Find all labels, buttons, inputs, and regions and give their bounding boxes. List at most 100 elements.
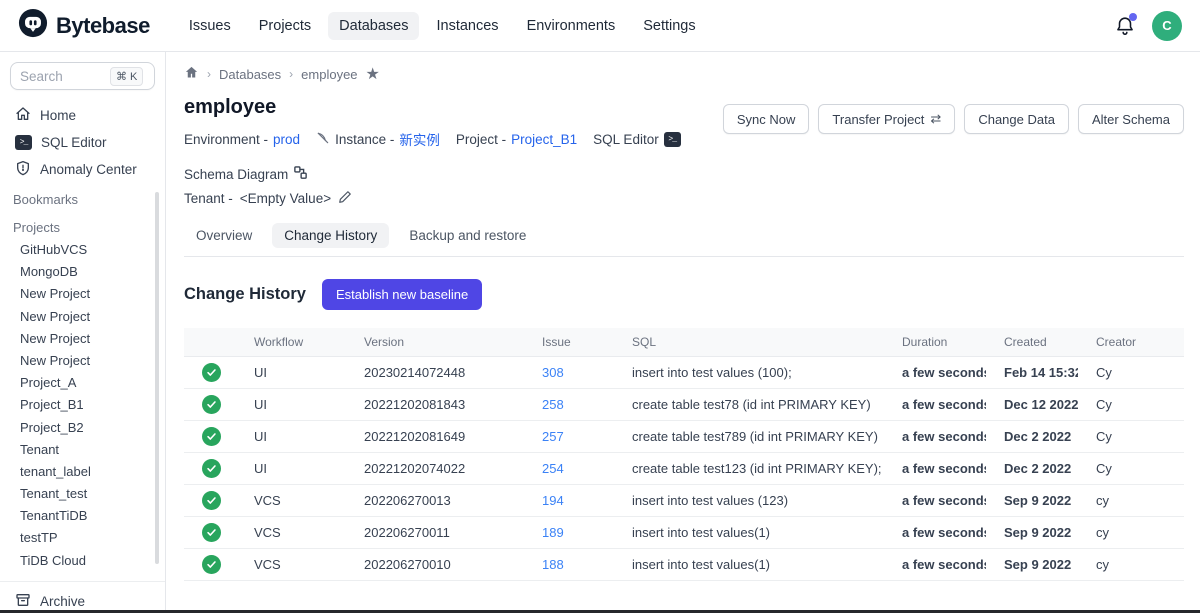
project-label: Project - [456, 132, 506, 147]
change-data-button[interactable]: Change Data [964, 104, 1069, 134]
issue-link[interactable]: 254 [542, 461, 564, 476]
sidebar-scrollbar[interactable] [155, 192, 159, 564]
sidebar-item-anomaly-center[interactable]: Anomaly Center [0, 156, 165, 183]
schema-diagram-label: Schema Diagram [184, 167, 288, 182]
instance-link[interactable]: 新实例 [399, 129, 440, 149]
edit-pencil-icon[interactable] [338, 190, 352, 207]
issue-link[interactable]: 188 [542, 557, 564, 572]
tab-item[interactable]: Backup and restore [397, 223, 538, 248]
button-label: Transfer Project [832, 112, 924, 127]
search-input[interactable] [20, 69, 106, 84]
sidebar-project-item[interactable]: Project_B1 [0, 394, 165, 416]
sidebar-project-item[interactable]: MongoDB [0, 261, 165, 283]
sql-cell: insert into test values(1) [614, 549, 884, 581]
table-row[interactable]: UI 20221202074022 254 create table test1… [184, 453, 1184, 485]
database-tabs: Overview Change History Backup and resto… [184, 223, 1184, 257]
sidebar-item-label: Home [40, 108, 76, 123]
column-header: Creator [1078, 328, 1184, 357]
breadcrumb-employee[interactable]: employee [301, 67, 357, 82]
sql-editor-shortcut[interactable]: SQL Editor >_ [593, 132, 681, 147]
topnav-item[interactable]: Environments [516, 12, 627, 40]
sidebar-project-item[interactable]: New Project [0, 350, 165, 372]
breadcrumb-home-icon[interactable] [184, 65, 199, 83]
table-row[interactable]: VCS 202206270011 189 insert into test va… [184, 517, 1184, 549]
creator-cell: Cy [1078, 389, 1184, 421]
table-row[interactable]: UI 20221202081649 257 create table test7… [184, 421, 1184, 453]
table-row[interactable]: UI 20230214072448 308 insert into test v… [184, 357, 1184, 389]
sidebar-project-item[interactable]: New Project [0, 328, 165, 350]
version-cell: 20221202081649 [346, 421, 524, 453]
table-row[interactable]: UI 20221202081843 258 create table test7… [184, 389, 1184, 421]
button-label: Change Data [978, 112, 1055, 127]
archive-icon [15, 592, 31, 610]
tenant-value: <Empty Value> [240, 191, 331, 206]
sidebar-item-home[interactable]: Home [0, 102, 165, 129]
creator-cell: Cy [1078, 453, 1184, 485]
transfer-project-button[interactable]: Transfer Project ⇄ [818, 104, 955, 134]
sidebar-project-item[interactable]: GitHubVCS [0, 239, 165, 261]
chevron-right-icon: › [207, 67, 211, 81]
column-header: SQL [614, 328, 884, 357]
issue-link[interactable]: 189 [542, 525, 564, 540]
duration-cell: a few seconds [884, 485, 986, 517]
sidebar-project-item[interactable]: testTP [0, 527, 165, 549]
success-check-icon [202, 523, 221, 542]
topnav-item[interactable]: Projects [248, 12, 322, 40]
change-history-header: Change History Establish new baseline [184, 279, 1184, 310]
sql-cell: create table test123 (id int PRIMARY KEY… [614, 453, 884, 485]
database-actions: Sync Now Transfer Project ⇄ Change Data … [723, 104, 1184, 134]
project-link[interactable]: Project_B1 [511, 132, 577, 147]
shield-icon [15, 160, 31, 179]
table-row[interactable]: VCS 202206270013 194 insert into test va… [184, 485, 1184, 517]
bookmark-star-icon[interactable]: ★ [366, 64, 380, 84]
issue-link[interactable]: 194 [542, 493, 564, 508]
establish-baseline-button[interactable]: Establish new baseline [322, 279, 482, 310]
issue-link[interactable]: 258 [542, 397, 564, 412]
topnav-item[interactable]: Settings [632, 12, 706, 40]
sidebar-project-item[interactable]: New Project [0, 283, 165, 305]
sidebar-item-archive[interactable]: Archive [0, 588, 165, 610]
duration-cell: a few seconds [884, 453, 986, 485]
sidebar-project-item[interactable]: Project_B2 [0, 417, 165, 439]
breadcrumb-databases[interactable]: Databases [219, 67, 281, 82]
sidebar-project-item[interactable]: TiDB Cloud [0, 550, 165, 572]
environment-link[interactable]: prod [273, 132, 300, 147]
sidebar-item-label: SQL Editor [41, 135, 107, 150]
notification-bell-icon[interactable] [1114, 15, 1136, 37]
sync-now-button[interactable]: Sync Now [723, 104, 810, 134]
workflow-cell: UI [236, 421, 346, 453]
button-label: Alter Schema [1092, 112, 1170, 127]
sidebar-item-sql-editor[interactable]: >_ SQL Editor [0, 129, 165, 156]
topbar-right: C [1114, 11, 1182, 41]
sidebar-project-item[interactable]: Tenant_test [0, 483, 165, 505]
sql-cell: insert into test values (123) [614, 485, 884, 517]
tab-item[interactable]: Overview [184, 223, 264, 248]
sql-cell: create table test78 (id int PRIMARY KEY) [614, 389, 884, 421]
sidebar-project-item[interactable]: tenant_label [0, 461, 165, 483]
column-header: Issue [524, 328, 614, 357]
sidebar-project-item[interactable]: New Project [0, 306, 165, 328]
home-icon [15, 106, 31, 125]
sidebar-project-item[interactable]: Tenant [0, 439, 165, 461]
topnav-item[interactable]: Instances [425, 12, 509, 40]
topnav-item[interactable]: Databases [328, 12, 419, 40]
issue-link[interactable]: 257 [542, 429, 564, 444]
workflow-cell: VCS [236, 485, 346, 517]
table-row[interactable]: VCS 202206270010 188 insert into test va… [184, 549, 1184, 581]
user-avatar[interactable]: C [1152, 11, 1182, 41]
workflow-cell: UI [236, 357, 346, 389]
issue-link[interactable]: 308 [542, 365, 564, 380]
bytebase-logo[interactable]: Bytebase [18, 8, 150, 43]
chevron-right-icon: › [289, 67, 293, 81]
search-box[interactable]: ⌘ K [10, 62, 155, 90]
topnav-item[interactable]: Issues [178, 12, 242, 40]
tab-item[interactable]: Change History [272, 223, 389, 248]
instance-meta: Instance - 新实例 [316, 129, 440, 149]
sidebar-project-item[interactable]: Project_A [0, 372, 165, 394]
page-title: employee [184, 96, 723, 119]
search-shortcut-badge: ⌘ K [110, 67, 143, 86]
sidebar-project-item[interactable]: TenantTiDB [0, 505, 165, 527]
creator-cell: cy [1078, 517, 1184, 549]
alter-schema-button[interactable]: Alter Schema [1078, 104, 1184, 134]
schema-diagram-shortcut[interactable]: Schema Diagram [184, 165, 308, 183]
